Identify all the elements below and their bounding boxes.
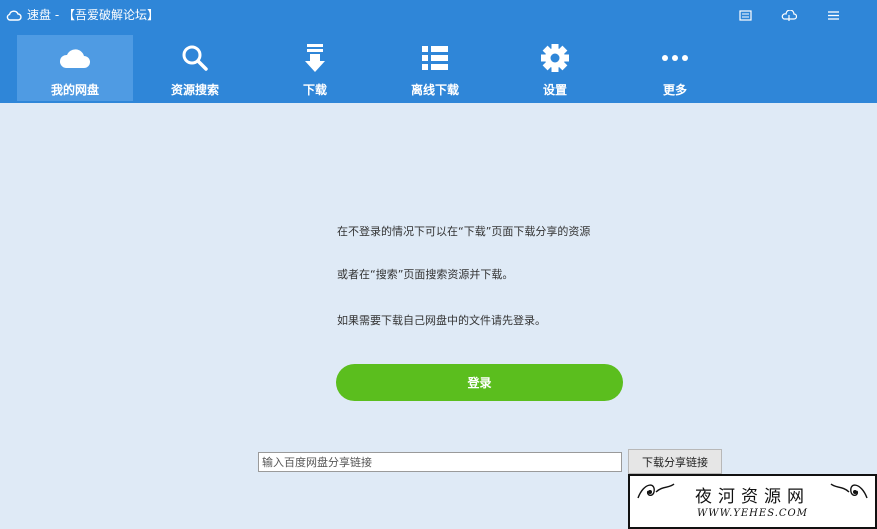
login-button[interactable]: 登录 [336, 364, 623, 401]
tab-label: 离线下载 [410, 83, 459, 97]
watermark-url: WWW.YEHES.COM [697, 508, 808, 519]
tab-resource-search[interactable]: 资源搜索 [137, 35, 253, 101]
tab-label: 更多 [662, 83, 687, 97]
download-share-link-button[interactable]: 下载分享链接 [628, 449, 722, 474]
tab-settings[interactable]: 设置 [497, 35, 613, 101]
tab-download[interactable]: 下载 [257, 35, 373, 101]
tab-label: 我的网盘 [50, 83, 99, 97]
app-title: 速盘 - 【吾爱破解论坛】 [6, 6, 159, 23]
cloud-icon [17, 41, 133, 75]
info-text-login-hint: 如果需要下载自己网盘中的文件请先登录。 [337, 314, 546, 327]
nav-bar: 我的网盘 资源搜索 下载 离线下载 设置 更多 [0, 30, 877, 103]
skin-icon[interactable] [778, 5, 800, 25]
tab-label: 资源搜索 [170, 83, 219, 97]
download-arrow-icon [257, 41, 373, 75]
tab-label: 下载 [302, 83, 327, 97]
share-link-input[interactable] [258, 452, 622, 472]
menu-icon[interactable] [822, 5, 844, 25]
info-text-download-page: 在不登录的情况下可以在“下载”页面下载分享的资源 [337, 225, 591, 238]
watermark-title: 夜河资源网 [695, 487, 810, 507]
info-text-search-page: 或者在“搜索”页面搜索资源并下载。 [337, 268, 514, 281]
watermark: 夜河资源网 WWW.YEHES.COM [628, 474, 877, 529]
feedback-icon[interactable] [734, 5, 756, 25]
list-icon [377, 41, 493, 75]
tab-my-netdisk[interactable]: 我的网盘 [17, 35, 133, 101]
search-icon [137, 41, 253, 75]
tab-label: 设置 [542, 83, 567, 97]
tab-offline-download[interactable]: 离线下载 [377, 35, 493, 101]
window-title: 速盘 - 【吾爱破解论坛】 [27, 8, 159, 22]
app-cloud-icon [6, 9, 22, 21]
tab-more[interactable]: 更多 [617, 35, 733, 101]
title-bar: 速盘 - 【吾爱破解论坛】 [0, 0, 877, 30]
gear-icon [497, 41, 613, 75]
more-dots-icon [617, 41, 733, 75]
